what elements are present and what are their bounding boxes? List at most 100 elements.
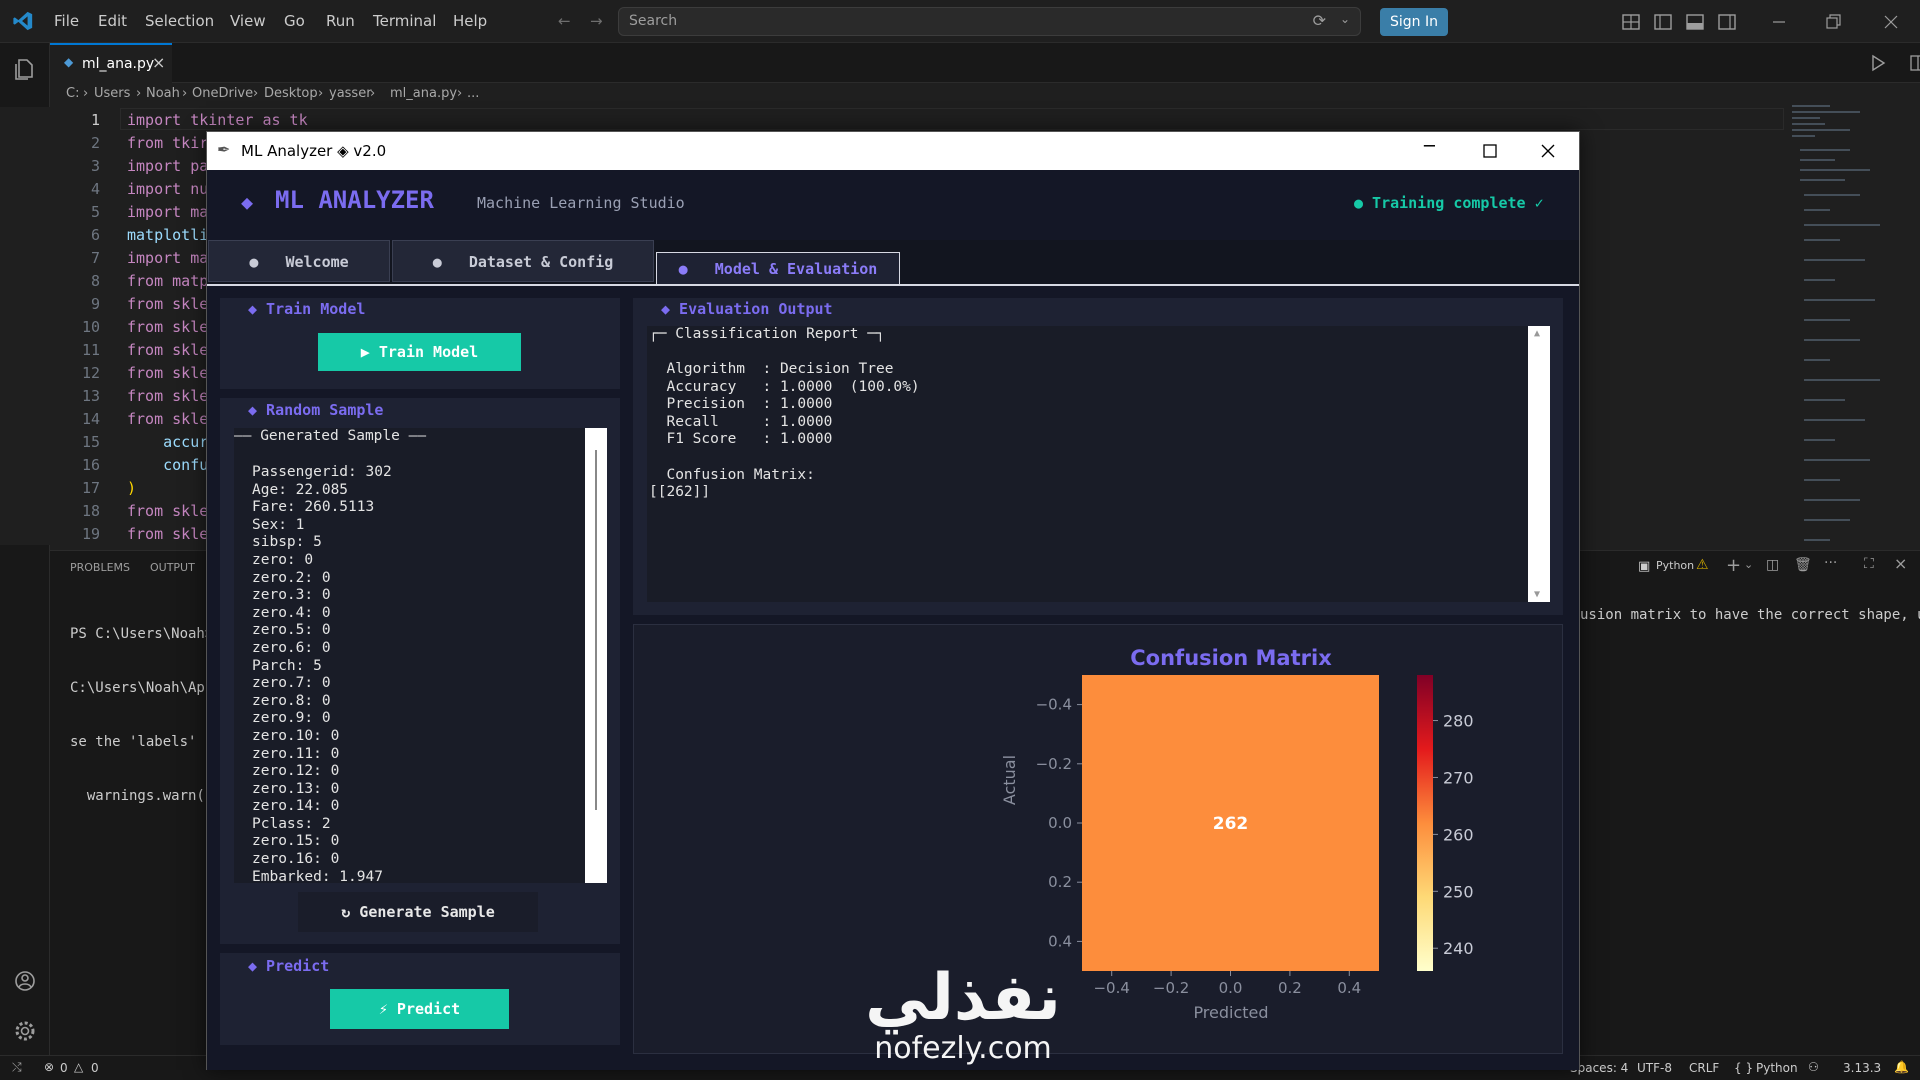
- close-icon[interactable]: [1880, 12, 1902, 32]
- toggle-secondary-sidebar-icon[interactable]: [1716, 12, 1738, 32]
- error-icon[interactable]: ⊗: [44, 1060, 54, 1074]
- toggle-sidebar-icon[interactable]: [1652, 12, 1674, 32]
- menu-file[interactable]: File: [54, 12, 79, 30]
- breadcrumb-noah[interactable]: Noah: [146, 86, 180, 101]
- app-minimize-icon[interactable]: ─: [1424, 136, 1435, 157]
- code-line[interactable]: from matp: [127, 272, 208, 290]
- toggle-panel-icon[interactable]: [1684, 12, 1706, 32]
- code-line[interactable]: from skle: [127, 295, 208, 313]
- tab-ml-ana-py[interactable]: ◆ ml_ana.py ×: [50, 43, 172, 83]
- breadcrumb-more[interactable]: ...: [467, 86, 479, 101]
- status-encoding[interactable]: UTF-8: [1637, 1061, 1672, 1075]
- status-python-version[interactable]: 3.13.3: [1843, 1061, 1881, 1075]
- scroll-down-icon[interactable]: ▼: [1534, 589, 1540, 600]
- new-terminal-icon[interactable]: +: [1726, 555, 1741, 576]
- code-line[interactable]: from skle: [127, 502, 208, 520]
- menu-selection[interactable]: Selection: [145, 12, 214, 30]
- code-line[interactable]: ): [127, 479, 136, 497]
- code-line[interactable]: from skle: [127, 364, 208, 382]
- more-actions-icon[interactable]: ···: [1824, 555, 1837, 571]
- terminal-icon[interactable]: ▣: [1638, 559, 1650, 574]
- code-line[interactable]: from skle: [127, 387, 208, 405]
- maximize-panel-icon[interactable]: ⛶: [1864, 556, 1874, 572]
- warning-icon[interactable]: △: [74, 1060, 83, 1074]
- code-line[interactable]: import pa: [127, 157, 208, 175]
- chevron-down-icon[interactable]: ⌄: [1744, 558, 1753, 571]
- split-terminal-icon[interactable]: ◫: [1766, 557, 1779, 573]
- scroll-up-icon[interactable]: ▲: [1534, 328, 1540, 339]
- tab-dataset-config[interactable]: ● Dataset & Config: [392, 240, 654, 282]
- minimap[interactable]: [1790, 100, 1900, 550]
- status-eol[interactable]: CRLF: [1689, 1061, 1719, 1075]
- terminal-output[interactable]: PS C:\Users\Noah> C:\Users\Noah\App se t…: [70, 589, 213, 841]
- sample-heading: —— Generated Sample ——: [234, 428, 427, 444]
- breadcrumb-yasser[interactable]: yasser: [329, 86, 372, 101]
- restore-icon[interactable]: [1822, 12, 1844, 32]
- report-line: [649, 449, 920, 467]
- code-line[interactable]: import ma: [127, 203, 208, 221]
- sign-in-button[interactable]: Sign In: [1380, 8, 1448, 36]
- run-file-icon[interactable]: [1868, 53, 1888, 73]
- menu-edit[interactable]: Edit: [98, 12, 127, 30]
- code-line[interactable]: matplotli: [127, 226, 208, 244]
- report-text-area[interactable]: ┌─ Classification Report ─┐ Algorithm : …: [647, 326, 1529, 602]
- code-line[interactable]: import ma: [127, 249, 208, 267]
- settings-gear-icon[interactable]: [12, 1018, 38, 1044]
- bell-icon[interactable]: 🔔: [1894, 1060, 1909, 1074]
- back-arrow-icon[interactable]: ←: [558, 12, 571, 30]
- code-line[interactable]: from tkir: [127, 134, 208, 152]
- scrollbar-thumb[interactable]: [595, 450, 597, 810]
- account-icon[interactable]: [12, 968, 38, 994]
- sample-scrollbar[interactable]: [585, 428, 607, 883]
- copilot-icon[interactable]: ⟳: [1313, 11, 1326, 30]
- breadcrumb-onedrive[interactable]: OneDrive: [192, 86, 253, 101]
- menu-run[interactable]: Run: [326, 12, 355, 30]
- code-line[interactable]: accur: [127, 433, 208, 451]
- terminal-label[interactable]: Python: [1656, 559, 1694, 572]
- breadcrumb-desktop[interactable]: Desktop: [264, 86, 318, 101]
- y-tick-label: 0.2: [1048, 873, 1072, 891]
- tab-welcome[interactable]: ● Welcome: [208, 240, 390, 282]
- code-line[interactable]: from skle: [127, 410, 208, 428]
- layout-customize-icon[interactable]: [1620, 12, 1642, 32]
- close-panel-icon[interactable]: ×: [1894, 554, 1907, 573]
- menu-view[interactable]: View: [230, 12, 266, 30]
- command-search[interactable]: Search ⟳ ⌄: [618, 7, 1361, 36]
- colorbar-tick-label: 280: [1443, 712, 1474, 731]
- breadcrumb-drive[interactable]: C:: [66, 86, 79, 101]
- tab-close-icon[interactable]: ×: [152, 53, 165, 72]
- sample-line: Sex: 1: [252, 516, 305, 533]
- explorer-icon[interactable]: [12, 56, 38, 82]
- remote-icon[interactable]: ⤭: [12, 1060, 22, 1075]
- report-scrollbar[interactable]: ▲ ▼: [1528, 326, 1550, 602]
- tab-output[interactable]: OUTPUT: [150, 561, 195, 574]
- code-line[interactable]: from skle: [127, 525, 208, 543]
- tab-problems[interactable]: PROBLEMS: [70, 561, 130, 574]
- minimize-icon[interactable]: [1768, 12, 1790, 32]
- trash-icon[interactable]: 🗑: [1794, 557, 1812, 573]
- menu-terminal[interactable]: Terminal: [373, 12, 436, 30]
- menu-help[interactable]: Help: [453, 12, 487, 30]
- menu-go[interactable]: Go: [284, 12, 305, 30]
- code-line[interactable]: from skle: [127, 341, 208, 359]
- predict-button[interactable]: ⚡ Predict: [330, 989, 509, 1029]
- code-line[interactable]: import tkinter as tk: [127, 111, 308, 129]
- sample-line: zero.7: 0: [252, 675, 331, 692]
- app-close-icon[interactable]: [1539, 142, 1557, 160]
- forward-arrow-icon[interactable]: →: [590, 12, 603, 30]
- line-number: 7: [90, 249, 100, 267]
- sample-text-area[interactable]: —— Generated Sample —— Passengerid: 302 A…: [234, 428, 597, 883]
- code-line[interactable]: from skle: [127, 318, 208, 336]
- breadcrumb-file[interactable]: ml_ana.py: [390, 86, 457, 101]
- chevron-down-icon[interactable]: ⌄: [1340, 12, 1350, 26]
- code-line[interactable]: confu: [127, 456, 208, 474]
- copilot-status-icon[interactable]: ⚇: [1808, 1060, 1819, 1074]
- train-model-button[interactable]: ▶ Train Model: [318, 333, 521, 371]
- tab-model-evaluation[interactable]: ● Model & Evaluation: [656, 252, 900, 286]
- split-editor-icon[interactable]: [1908, 53, 1920, 73]
- app-maximize-icon[interactable]: [1482, 143, 1498, 159]
- status-language[interactable]: Python: [1756, 1061, 1798, 1075]
- breadcrumb-users[interactable]: Users: [94, 86, 130, 101]
- generate-sample-button[interactable]: ↻ Generate Sample: [298, 892, 538, 932]
- code-line[interactable]: import nu: [127, 180, 208, 198]
